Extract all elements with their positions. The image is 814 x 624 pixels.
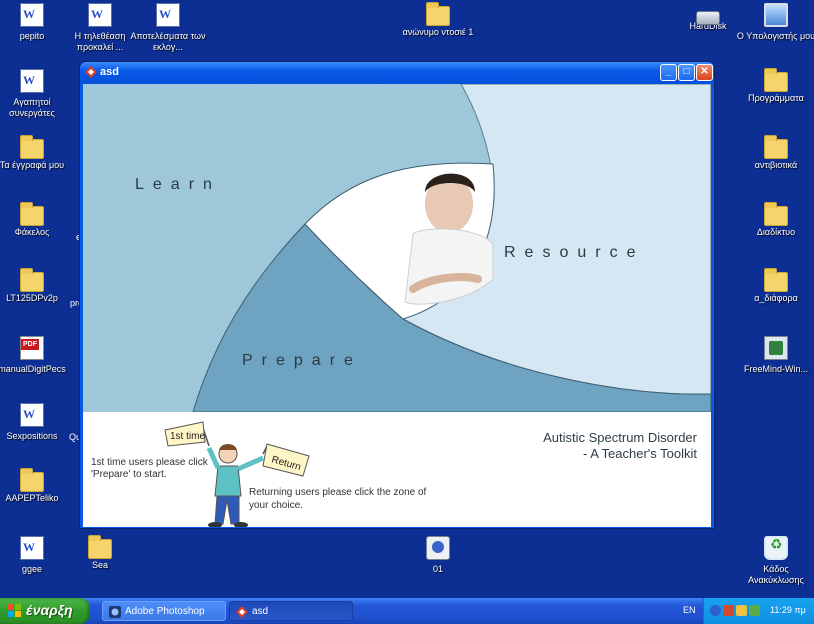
recycle-bin-icon: [764, 536, 788, 560]
first-time-instructions: 1st time users please click 'Prepare' to…: [91, 457, 208, 480]
taskbar-item-label: asd: [252, 606, 269, 617]
word-doc-icon: [20, 3, 44, 27]
folder-icon: [20, 202, 44, 226]
desktop-icon-doc[interactable]: Sexpositions: [0, 403, 72, 442]
folder-icon: [88, 535, 112, 559]
desktop-icon-pdf[interactable]: manualDigitPecs: [0, 336, 72, 375]
folder-icon: [764, 135, 788, 159]
windows-logo-icon: [8, 604, 21, 617]
minimize-button[interactable]: _: [660, 64, 677, 81]
desktop-icon-folder[interactable]: αντιβιοτικά: [736, 135, 814, 171]
word-doc-icon: [20, 69, 44, 93]
computer-icon: [764, 3, 788, 27]
word-doc-icon: [20, 536, 44, 560]
start-button[interactable]: έναρξη: [0, 598, 90, 624]
app-title: Autistic Spectrum Disorder - A Teacher's…: [519, 430, 697, 462]
returning-instructions: Returning users please click the zone of…: [249, 487, 427, 511]
folder-icon: [20, 468, 44, 492]
system-tray: 11:29 πμ: [703, 598, 814, 624]
zone-artwork: Learn Resource Prepare: [83, 84, 711, 412]
security-icon[interactable]: [723, 605, 734, 616]
app-icon: [764, 336, 788, 360]
asd-app-icon: [236, 606, 248, 618]
app-window: asd _ □ ✕ Learn Resource Prepare 1st tim…: [79, 61, 715, 529]
zone-resource-label[interactable]: Resource: [504, 244, 644, 261]
window-titlebar[interactable]: asd _ □ ✕: [80, 62, 714, 84]
desktop-icon-app[interactable]: FreeMind-Win...: [736, 336, 814, 375]
start-label: έναρξη: [26, 602, 73, 618]
info-panel: 1st time Return 1st time users please cl…: [83, 412, 711, 527]
drive-icon: [696, 11, 720, 25]
zone-prepare-label[interactable]: Prepare: [242, 352, 362, 369]
app-client-area: Learn Resource Prepare 1st time Return 1…: [83, 84, 711, 527]
folder-icon: [764, 68, 788, 92]
folder-icon: [20, 268, 44, 292]
desktop-icon-folder[interactable]: Φάκελος: [0, 202, 72, 238]
close-button[interactable]: ✕: [696, 64, 713, 81]
folder-icon: [20, 135, 44, 159]
desktop-icon-recycle-bin[interactable]: Κάδος Ανακύκλωσης: [736, 536, 814, 586]
maximize-button[interactable]: □: [678, 64, 695, 81]
app-title-line1: Autistic Spectrum Disorder: [543, 430, 697, 445]
asd-app-icon: [85, 66, 97, 78]
desktop-icon-my-computer[interactable]: Ο Υπολογιστής μου: [736, 3, 814, 42]
folder-icon: [764, 202, 788, 226]
taskbar-item-label: Adobe Photoshop: [125, 606, 205, 617]
desktop-icon-media[interactable]: 01: [398, 536, 478, 575]
zone-learn-label[interactable]: Learn: [135, 176, 221, 193]
desktop-icon-folder[interactable]: Προγράμματα: [736, 68, 814, 104]
desktop-icon-folder[interactable]: α_διάφορα: [736, 268, 814, 304]
language-indicator[interactable]: EN: [683, 605, 696, 615]
taskbar-item-photoshop[interactable]: Adobe Photoshop: [102, 601, 226, 621]
desktop-icon-folder[interactable]: Sea: [60, 535, 140, 571]
network-icon[interactable]: [710, 605, 721, 616]
printer-icon[interactable]: [736, 605, 747, 616]
word-doc-icon: [20, 403, 44, 427]
window-title: asd: [100, 66, 119, 78]
clock: 11:29 πμ: [770, 605, 806, 615]
media-icon: [426, 536, 450, 560]
desktop-icon-doc[interactable]: Αποτελέσματα των εκλογ...: [128, 3, 208, 53]
word-doc-icon: [88, 3, 112, 27]
folder-icon: [426, 2, 450, 26]
desktop-icon-my-documents[interactable]: Τα έγγραφά μου: [0, 135, 72, 171]
taskbar: έναρξη Adobe Photoshop asd EN 11:29 πμ: [0, 598, 814, 624]
word-doc-icon: [156, 3, 180, 27]
desktop-icon-folder[interactable]: ανώνυμο ντοσιέ 1: [398, 2, 478, 38]
desktop-icon-doc[interactable]: Αγαπητοί συνεργάτες: [0, 69, 72, 119]
desktop-icon-folder[interactable]: LT125DPv2p: [0, 268, 72, 304]
desktop-icon-folder[interactable]: Διαδίκτυο: [736, 202, 814, 238]
photoshop-icon: [109, 606, 121, 618]
desktop-icon-folder[interactable]: AAPEPTeliko: [0, 468, 72, 504]
pdf-icon: [20, 336, 44, 360]
folder-icon: [764, 268, 788, 292]
flag-first-time: 1st time: [170, 431, 205, 442]
taskbar-item-asd[interactable]: asd: [229, 601, 353, 621]
app-title-line2: - A Teacher's Toolkit: [582, 446, 697, 461]
volume-icon[interactable]: [749, 605, 760, 616]
